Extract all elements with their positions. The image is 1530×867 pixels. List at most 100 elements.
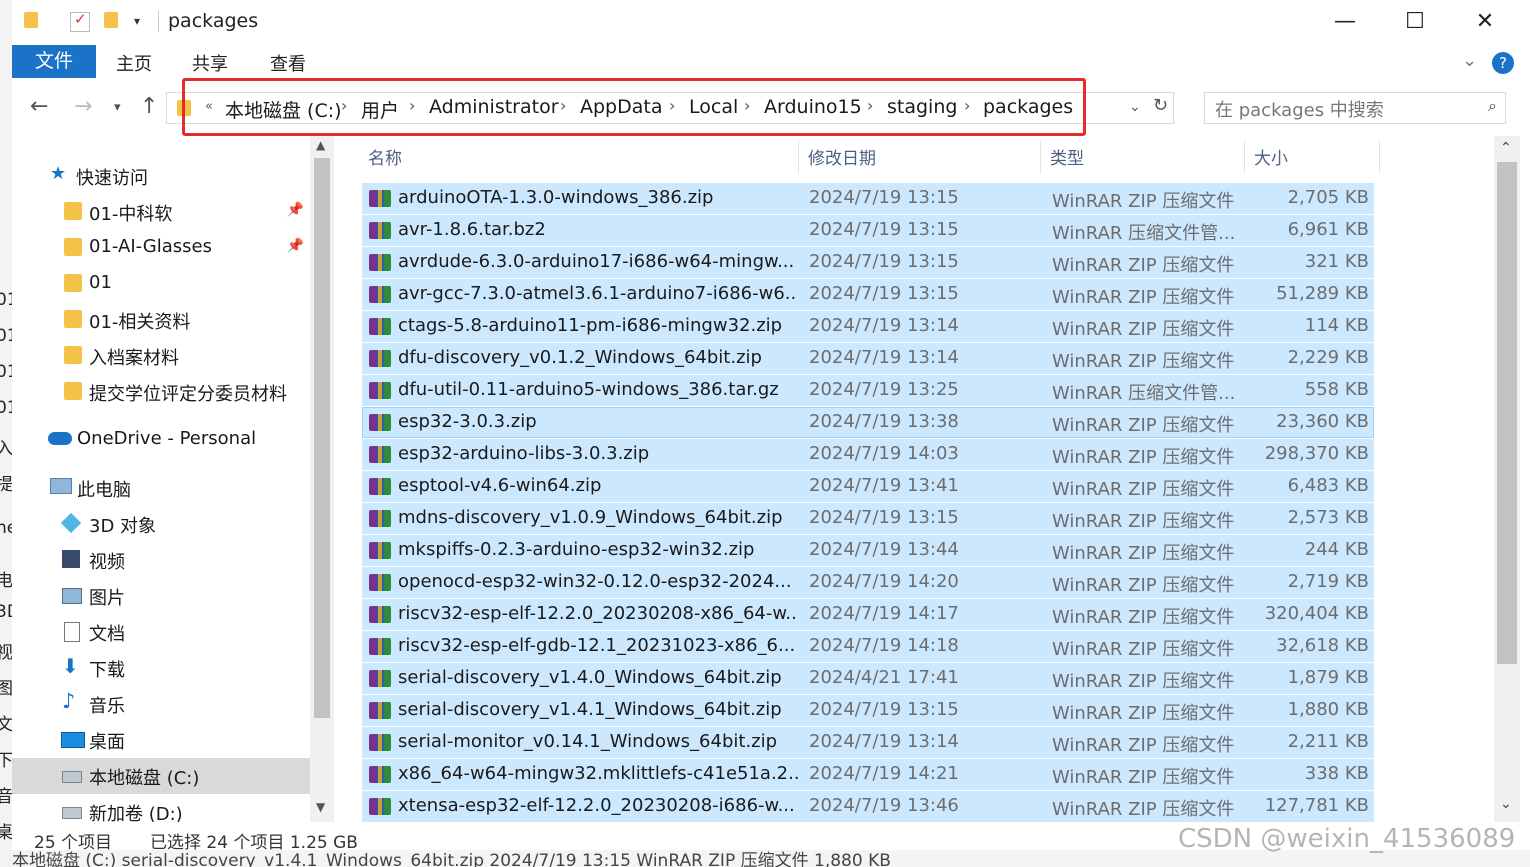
column-header-date[interactable]: 修改日期 [808, 144, 876, 169]
table-row[interactable]: serial-discovery_v1.4.0_Windows_64bit.zi… [362, 663, 1374, 694]
address-dropdown-icon[interactable]: ⌄ [1129, 99, 1141, 115]
file-date: 2024/7/19 14:18 [809, 635, 959, 656]
up-arrow-icon[interactable]: ↑ [140, 94, 158, 119]
tab-file[interactable]: 文件 [12, 45, 96, 78]
back-arrow-icon[interactable]: ← [30, 94, 48, 119]
column-header-name[interactable]: 名称 [368, 144, 402, 169]
nav-desktop[interactable]: 桌面 [12, 723, 310, 757]
file-type: WinRAR ZIP 压缩文件 [1052, 479, 1235, 500]
file-date: 2024/7/19 13:15 [809, 699, 959, 720]
nav-item-folder[interactable]: 提交学位评定分委员材料 [12, 375, 310, 409]
help-icon[interactable]: ? [1492, 52, 1514, 74]
file-size: 6,961 KB [1287, 219, 1369, 240]
table-row[interactable]: dfu-util-0.11-arduino5-windows_386.tar.g… [362, 375, 1374, 406]
scroll-up-icon[interactable]: ⌃ [1500, 140, 1512, 156]
file-date: 2024/7/19 14:21 [809, 763, 959, 784]
tab-view[interactable]: 查看 [270, 50, 306, 76]
table-row[interactable]: esp32-arduino-libs-3.0.3.zip 2024/7/19 14… [362, 439, 1374, 470]
table-row[interactable]: arduinoOTA-1.3.0-windows_386.zip 2024/7/1… [362, 183, 1374, 214]
file-name: dfu-discovery_v0.1.2_Windows_64bit.zip [398, 347, 762, 368]
nav-item-folder[interactable]: 01-AI-Glasses 📌 [12, 231, 310, 265]
table-row[interactable]: esptool-v4.6-win64.zip 2024/7/19 13:41 Win… [362, 471, 1374, 502]
nav-this-pc[interactable]: 此电脑 [12, 471, 310, 505]
nav-item-folder[interactable]: 01-相关资料 [12, 303, 310, 337]
file-date: 2024/7/19 13:14 [809, 731, 959, 752]
file-type: WinRAR ZIP 压缩文件 [1052, 415, 1235, 436]
nav-item-folder[interactable]: 入档案材料 [12, 339, 310, 373]
new-folder-icon[interactable] [104, 12, 122, 30]
file-type: WinRAR ZIP 压缩文件 [1052, 735, 1235, 756]
file-size: 2,719 KB [1287, 571, 1369, 592]
nav-3d-objects[interactable]: 3D 对象 [12, 507, 310, 541]
table-row[interactable]: ctags-5.8-arduino11-pm-i686-mingw32.zip 2… [362, 311, 1374, 342]
scroll-down-icon[interactable]: ⌄ [1500, 796, 1512, 812]
file-date: 2024/7/19 13:15 [809, 187, 959, 208]
nav-new-volume-d[interactable]: 新加卷 (D:) [12, 795, 310, 822]
table-row[interactable]: avr-gcc-7.3.0-atmel3.6.1-arduino7-i686-w… [362, 279, 1374, 310]
file-list: 名称 修改日期 类型 大小 arduinoOTA-1.3.0-windows_3… [334, 136, 1494, 822]
recent-locations-icon[interactable]: ▾ [114, 100, 121, 115]
table-row[interactable]: openocd-esp32-win32-0.12.0-esp32-2024...… [362, 567, 1374, 598]
scroll-down-icon[interactable]: ▼ [316, 800, 325, 814]
ribbon-tabs: 文件 主页 共享 查看 ⌄ ? [12, 44, 1520, 80]
file-date: 2024/7/19 13:25 [809, 379, 959, 400]
table-row[interactable]: avrdude-6.3.0-arduino17-i686-w64-mingw..… [362, 247, 1374, 278]
expand-ribbon-icon[interactable]: ⌄ [1462, 50, 1477, 71]
table-row[interactable]: x86_64-w64-mingw32.mklittlefs-c41e51a.2.… [362, 759, 1374, 790]
file-name: openocd-esp32-win32-0.12.0-esp32-2024... [398, 571, 792, 592]
table-row[interactable]: dfu-discovery_v0.1.2_Windows_64bit.zip 20… [362, 343, 1374, 374]
desktop-icon [61, 732, 85, 748]
file-date: 2024/7/19 13:15 [809, 507, 959, 528]
table-row[interactable]: riscv32-esp-elf-gdb-12.1_20231023-x86_6.… [362, 631, 1374, 662]
column-header-type[interactable]: 类型 [1050, 144, 1084, 169]
tab-home[interactable]: 主页 [116, 50, 152, 76]
properties-icon[interactable]: ✓ [70, 10, 90, 32]
pin-icon[interactable]: 📌 [287, 202, 304, 218]
column-header-size[interactable]: 大小 [1254, 144, 1288, 169]
table-row[interactable]: xtensa-esp32-elf-12.2.0_20230208-i686-w.… [362, 791, 1374, 822]
close-button[interactable]: ✕ [1462, 6, 1508, 38]
file-size: 298,370 KB [1264, 443, 1369, 464]
table-row[interactable]: serial-monitor_v0.14.1_Windows_64bit.zip… [362, 727, 1374, 758]
nav-videos[interactable]: 视频 [12, 543, 310, 577]
file-type: WinRAR ZIP 压缩文件 [1052, 191, 1235, 212]
file-list-scroll-thumb[interactable] [1497, 162, 1517, 664]
pin-icon[interactable]: 📌 [287, 238, 304, 254]
nav-quick-access[interactable]: ★ 快速访问 [12, 159, 310, 193]
nav-scrollbar[interactable]: ▲ ▼ [310, 136, 334, 822]
table-row[interactable]: riscv32-esp-elf-12.2.0_20230208-x86_64-w… [362, 599, 1374, 630]
scroll-up-icon[interactable]: ▲ [316, 138, 325, 152]
search-icon[interactable]: ⌕ [1488, 96, 1497, 116]
title-bar: ✓ ▾ packages — ☐ ✕ [12, 0, 1520, 44]
table-row[interactable]: serial-discovery_v1.4.1_Windows_64bit.zi… [362, 695, 1374, 726]
nav-onedrive[interactable]: OneDrive - Personal [12, 423, 310, 457]
nav-music[interactable]: ♪ 音乐 [12, 687, 310, 721]
table-row[interactable]: mkspiffs-0.2.3-arduino-esp32-win32.zip 20… [362, 535, 1374, 566]
table-row[interactable]: esp32-3.0.3.zip 2024/7/19 13:38 WinRAR ZIP… [362, 407, 1374, 438]
folder-icon [64, 238, 82, 256]
file-size: 244 KB [1304, 539, 1369, 560]
tab-share[interactable]: 共享 [192, 50, 228, 76]
refresh-icon[interactable]: ↻ [1153, 95, 1168, 116]
chevron-down-icon[interactable]: ▾ [134, 14, 152, 32]
nav-item-folder[interactable]: 01 [12, 267, 310, 301]
file-size: 1,880 KB [1287, 699, 1369, 720]
nav-local-disk-c[interactable]: 本地磁盘 (C:) [12, 759, 310, 793]
file-date: 2024/7/19 13:14 [809, 347, 959, 368]
table-row[interactable]: avr-1.8.6.tar.bz2 2024/7/19 13:15 WinRAR 压… [362, 215, 1374, 246]
file-name: avrdude-6.3.0-arduino17-i686-w64-mingw..… [398, 251, 795, 272]
nav-downloads[interactable]: ⬇ 下载 [12, 651, 310, 685]
maximize-button[interactable]: ☐ [1392, 6, 1438, 38]
file-name: riscv32-esp-elf-12.2.0_20230208-x86_64-w… [398, 603, 798, 624]
forward-arrow-icon[interactable]: → [74, 94, 92, 119]
nav-scroll-thumb[interactable] [314, 158, 330, 718]
nav-item-folder[interactable]: 01-中科软 📌 [12, 195, 310, 229]
file-size: 32,618 KB [1276, 635, 1369, 656]
nav-pictures[interactable]: 图片 [12, 579, 310, 613]
minimize-button[interactable]: — [1322, 6, 1368, 38]
search-input[interactable]: 在 packages 中搜索 ⌕ [1204, 92, 1506, 124]
download-arrow-icon: ⬇ [62, 654, 79, 678]
file-list-scrollbar[interactable]: ⌃ ⌄ [1494, 136, 1520, 822]
nav-documents[interactable]: 文档 [12, 615, 310, 649]
table-row[interactable]: mdns-discovery_v1.0.9_Windows_64bit.zip 2… [362, 503, 1374, 534]
